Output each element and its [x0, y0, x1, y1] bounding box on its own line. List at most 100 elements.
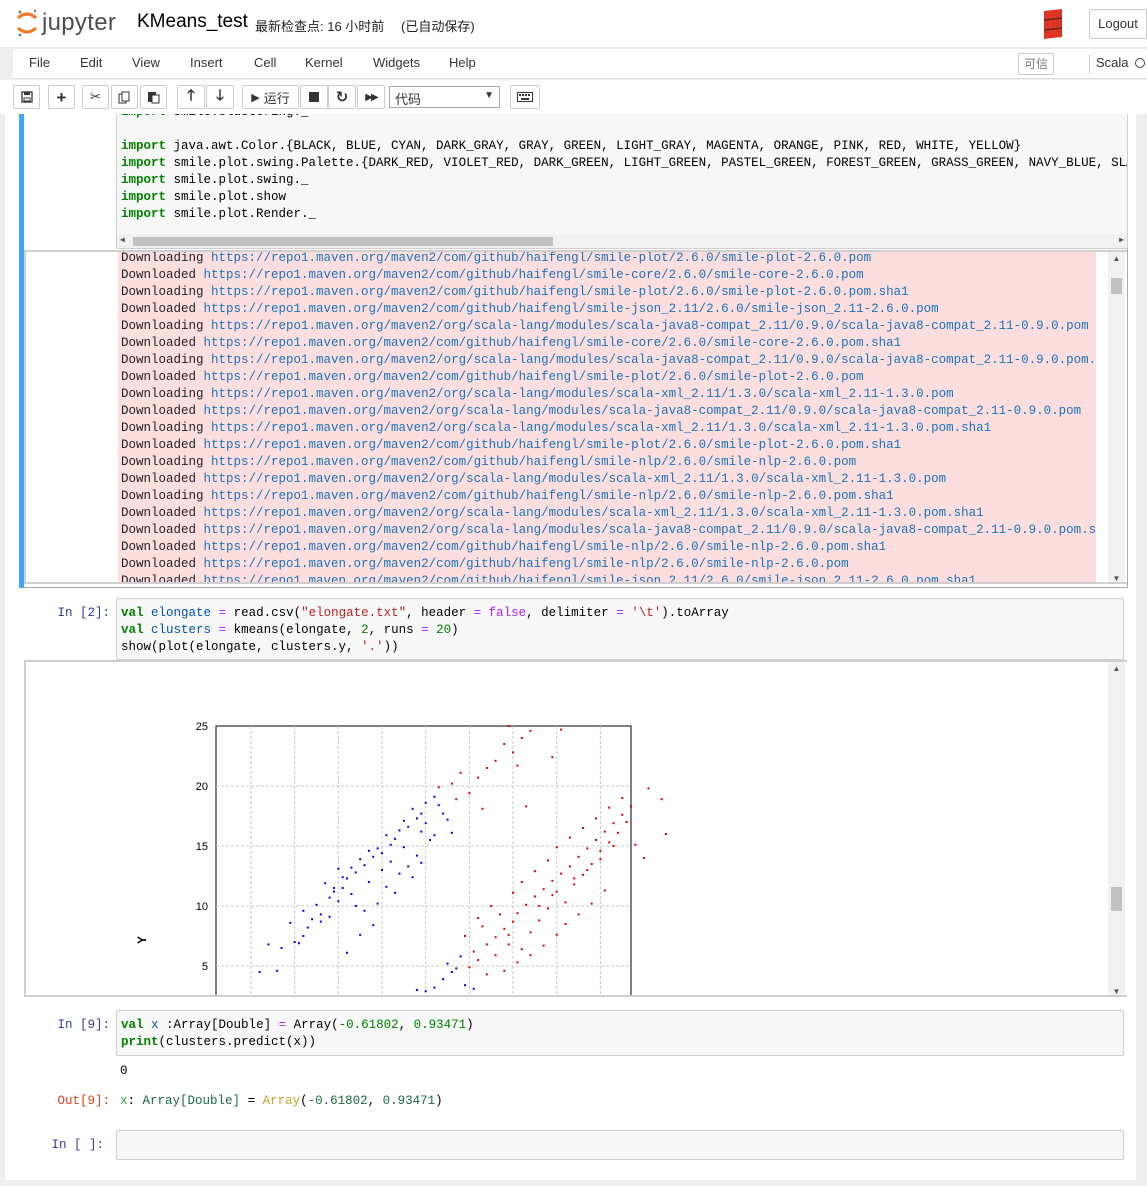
download-url-link[interactable]: https://repo1.maven.org/maven2/com/githu… [204, 438, 902, 452]
download-url-link[interactable]: https://repo1.maven.org/maven2/com/githu… [211, 455, 856, 469]
cluster-0-point [359, 858, 362, 861]
menu-insert[interactable]: Insert [190, 55, 223, 70]
scroll-down-icon[interactable]: ▼ [1108, 572, 1125, 582]
cell-1-hscroll-thumb[interactable] [133, 237, 553, 246]
download-url-link[interactable]: https://repo1.maven.org/maven2/com/githu… [204, 574, 977, 582]
menu-cell[interactable]: Cell [254, 55, 276, 70]
scroll-down-icon[interactable]: ▼ [1108, 985, 1125, 995]
menu-kernel[interactable]: Kernel [305, 55, 343, 70]
cluster-0-point [420, 861, 423, 864]
insert-cell-button[interactable]: + [48, 85, 75, 109]
cluster-0-point [363, 909, 366, 912]
download-url-link[interactable]: https://repo1.maven.org/maven2/com/githu… [211, 285, 909, 299]
scroll-left-icon[interactable]: ◀ [120, 234, 125, 248]
plot-vscroll-thumb[interactable] [1111, 887, 1122, 911]
cell-2-input[interactable]: val elongate = read.csv("elongate.txt", … [116, 598, 1124, 660]
jupyter-logo[interactable]: jupyter [16, 8, 116, 38]
logout-button[interactable]: Logout [1089, 9, 1147, 39]
menu-file[interactable]: File [29, 55, 50, 70]
run-all-button[interactable]: ▶▶ [357, 85, 385, 109]
download-url-link[interactable]: https://repo1.maven.org/maven2/org/scala… [204, 523, 1096, 537]
download-url-link[interactable]: https://repo1.maven.org/maven2/com/githu… [211, 252, 871, 265]
download-log-line: Downloading https://repo1.maven.org/mave… [121, 285, 909, 299]
download-url-link[interactable]: https://repo1.maven.org/maven2/org/scala… [211, 421, 991, 435]
cell-2[interactable]: In [2]: val elongate = read.csv("elongat… [24, 598, 1128, 998]
cell-4[interactable]: In [ ]: [24, 1130, 1128, 1162]
cut-button[interactable]: ✂ [82, 85, 109, 109]
scroll-right-icon[interactable]: ▶ [1119, 234, 1124, 248]
cluster-0-point [328, 896, 331, 899]
cell-1-hscrollbar[interactable]: ◀ ▶ [117, 234, 1127, 248]
download-url-link[interactable]: https://repo1.maven.org/maven2/org/scala… [204, 472, 947, 486]
y-tick-label: 5 [202, 961, 208, 973]
cluster-0-point [324, 882, 327, 885]
kernel-name: Scala [1089, 55, 1129, 73]
download-url-link[interactable]: https://repo1.maven.org/maven2/com/githu… [204, 268, 864, 282]
download-url-link[interactable]: https://repo1.maven.org/maven2/org/scala… [204, 404, 1082, 418]
cell-3-prompt: In [9]: [57, 1018, 110, 1032]
download-url-link[interactable]: https://repo1.maven.org/maven2/com/githu… [204, 557, 849, 571]
scroll-up-icon[interactable]: ▲ [1108, 252, 1125, 266]
cluster-1-point [542, 888, 545, 891]
cell-4-input[interactable] [116, 1130, 1124, 1160]
cluster-1-point [551, 894, 554, 897]
cluster-1-point [599, 858, 602, 861]
cell-1-code-line [121, 121, 1127, 138]
move-down-button[interactable]: 🡓 [206, 85, 234, 109]
menu-help[interactable]: Help [449, 55, 476, 70]
cell-3-stdout: 0 [120, 1064, 128, 1078]
cluster-0-point [311, 918, 314, 921]
cluster-0-point [446, 962, 449, 965]
copy-button[interactable] [111, 85, 138, 109]
cluster-1-point [468, 966, 471, 969]
download-url-link[interactable]: https://repo1.maven.org/maven2/com/githu… [211, 489, 894, 503]
cluster-0-point [332, 887, 335, 889]
cell-type-select[interactable]: 代码 ▼ [389, 86, 500, 108]
cell-3-input[interactable]: val x :Array[Double] = Array(-0.61802, 0… [116, 1010, 1124, 1056]
jupyter-logo-text: jupyter [42, 9, 117, 36]
move-up-button[interactable]: 🡑 [177, 85, 205, 109]
cluster-1-point [564, 923, 567, 925]
plot-vscrollbar[interactable]: ▲ ▼ [1108, 662, 1125, 995]
download-url-link[interactable]: https://repo1.maven.org/maven2/com/githu… [204, 336, 902, 350]
cluster-1-point [464, 935, 466, 937]
restart-button[interactable]: ↻ [328, 85, 356, 109]
menu-view[interactable]: View [132, 55, 160, 70]
notebook-name[interactable]: KMeans_test [137, 11, 248, 33]
scroll-up-icon[interactable]: ▲ [1108, 662, 1125, 676]
download-url-link[interactable]: https://repo1.maven.org/maven2/org/scala… [204, 506, 984, 520]
menu-widgets[interactable]: Widgets [373, 55, 420, 70]
download-url-link[interactable]: https://repo1.maven.org/maven2/com/githu… [204, 370, 864, 384]
arrow-down-icon: 🡓 [216, 86, 224, 104]
menu-edit[interactable]: Edit [80, 55, 102, 70]
download-log-line: Downloaded https://repo1.maven.org/maven… [121, 557, 849, 571]
save-button[interactable] [13, 85, 40, 109]
cluster-1-point [612, 822, 615, 825]
paste-button[interactable] [140, 85, 167, 109]
notebook-container[interactable]: import smile.clustering._import java.awt… [5, 114, 1136, 1180]
download-url-link[interactable]: https://repo1.maven.org/maven2/org/scala… [211, 353, 1096, 367]
cell-3[interactable]: In [9]: val x :Array[Double] = Array(-0.… [24, 1010, 1128, 1120]
cluster-1-point [520, 737, 523, 739]
cell-1[interactable]: import smile.clustering._import java.awt… [24, 114, 1128, 588]
download-url-link[interactable]: https://repo1.maven.org/maven2/com/githu… [204, 302, 939, 316]
trusted-indicator[interactable]: 可信 [1018, 53, 1055, 75]
download-url-link[interactable]: https://repo1.maven.org/maven2/com/githu… [204, 540, 887, 554]
output-vscroll-thumb[interactable] [1111, 278, 1122, 294]
cluster-0-point [442, 812, 445, 815]
cluster-0-point [350, 866, 353, 869]
copy-icon [118, 91, 130, 103]
run-button[interactable]: ▶ 运行 [242, 85, 299, 109]
interrupt-button[interactable] [300, 85, 328, 109]
cell-1-code[interactable]: import smile.clustering._import java.awt… [121, 114, 1127, 223]
download-url-link[interactable]: https://repo1.maven.org/maven2/org/scala… [211, 387, 954, 401]
download-url-link[interactable]: https://repo1.maven.org/maven2/org/scala… [211, 319, 1089, 333]
command-palette-button[interactable] [510, 85, 540, 109]
output-vscrollbar[interactable]: ▲ ▼ [1108, 252, 1125, 582]
cell-3-line-2: print(clusters.predict(x)) [121, 1035, 317, 1049]
cell-1-input[interactable]: import smile.clustering._import java.awt… [116, 114, 1128, 249]
cluster-1-point [664, 833, 667, 835]
cluster-1-point [551, 756, 554, 759]
cluster-0-point [407, 865, 410, 868]
cluster-0-point [381, 852, 383, 855]
